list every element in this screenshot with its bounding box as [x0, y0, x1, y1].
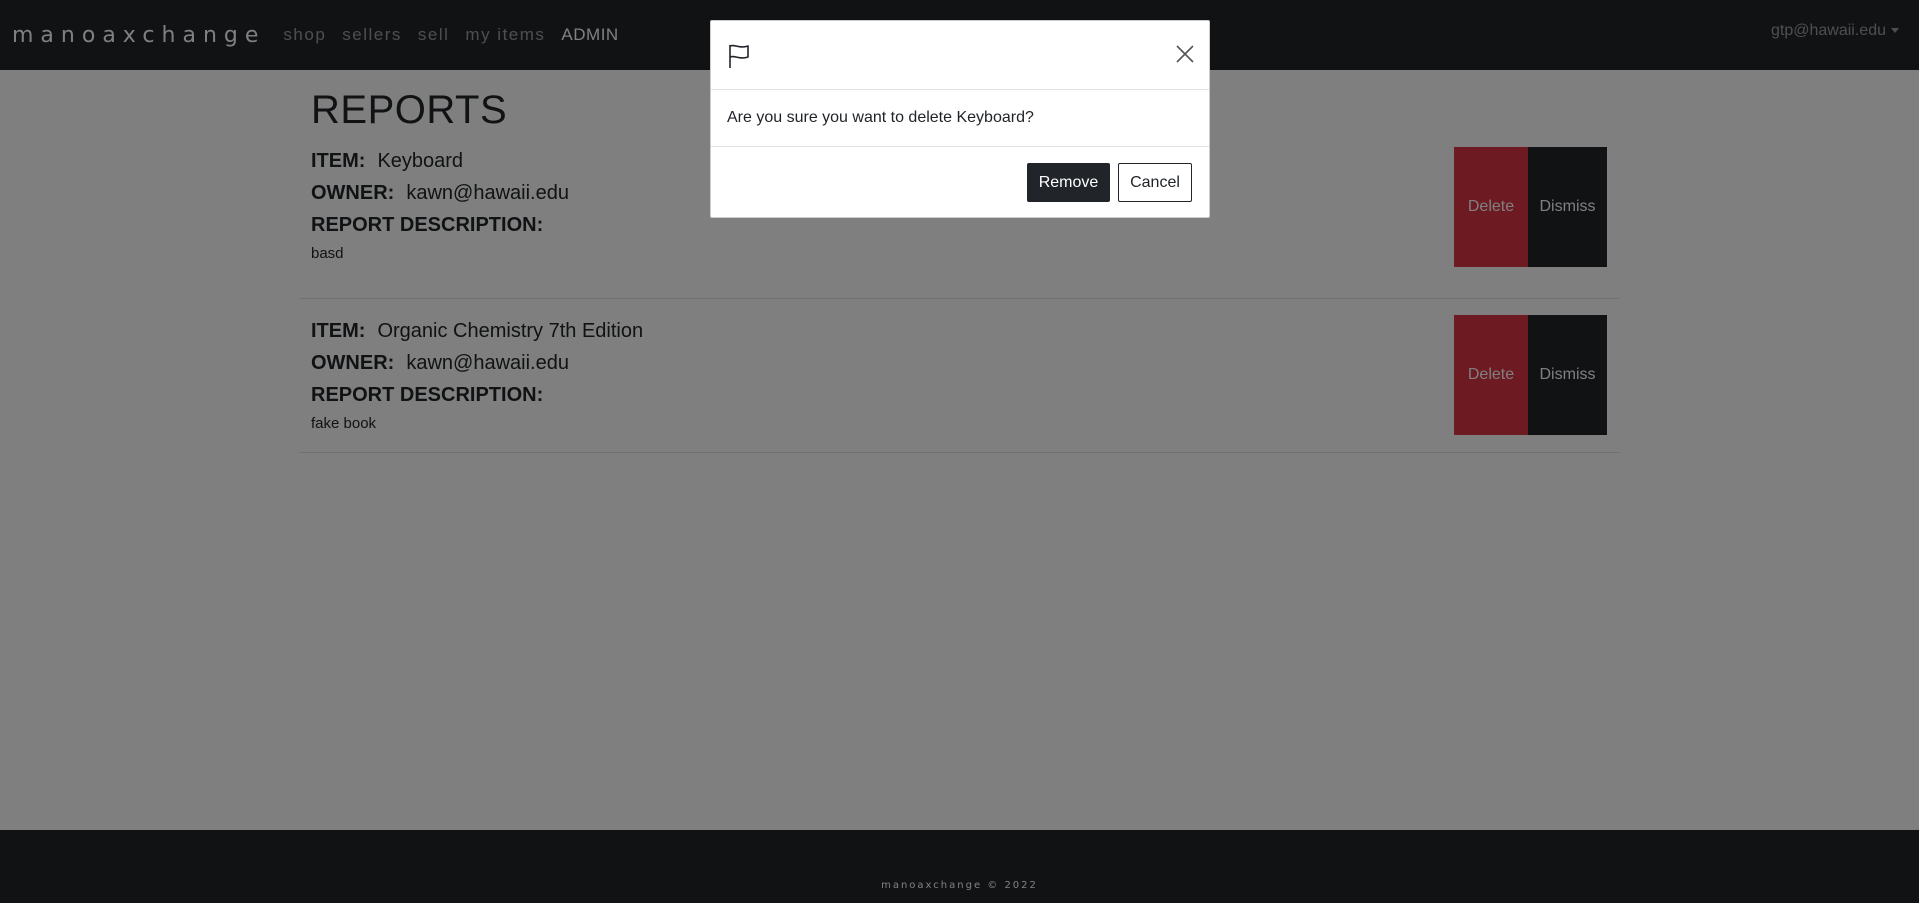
close-icon[interactable]: [1175, 44, 1195, 69]
remove-button[interactable]: Remove: [1027, 163, 1110, 202]
modal-header: [711, 21, 1209, 90]
confirm-delete-modal: Are you sure you want to delete Keyboard…: [710, 20, 1210, 218]
cancel-button[interactable]: Cancel: [1118, 163, 1192, 202]
modal-footer: Remove Cancel: [711, 147, 1209, 217]
modal-message: Are you sure you want to delete Keyboard…: [711, 90, 1209, 147]
flag-icon: [727, 43, 751, 74]
